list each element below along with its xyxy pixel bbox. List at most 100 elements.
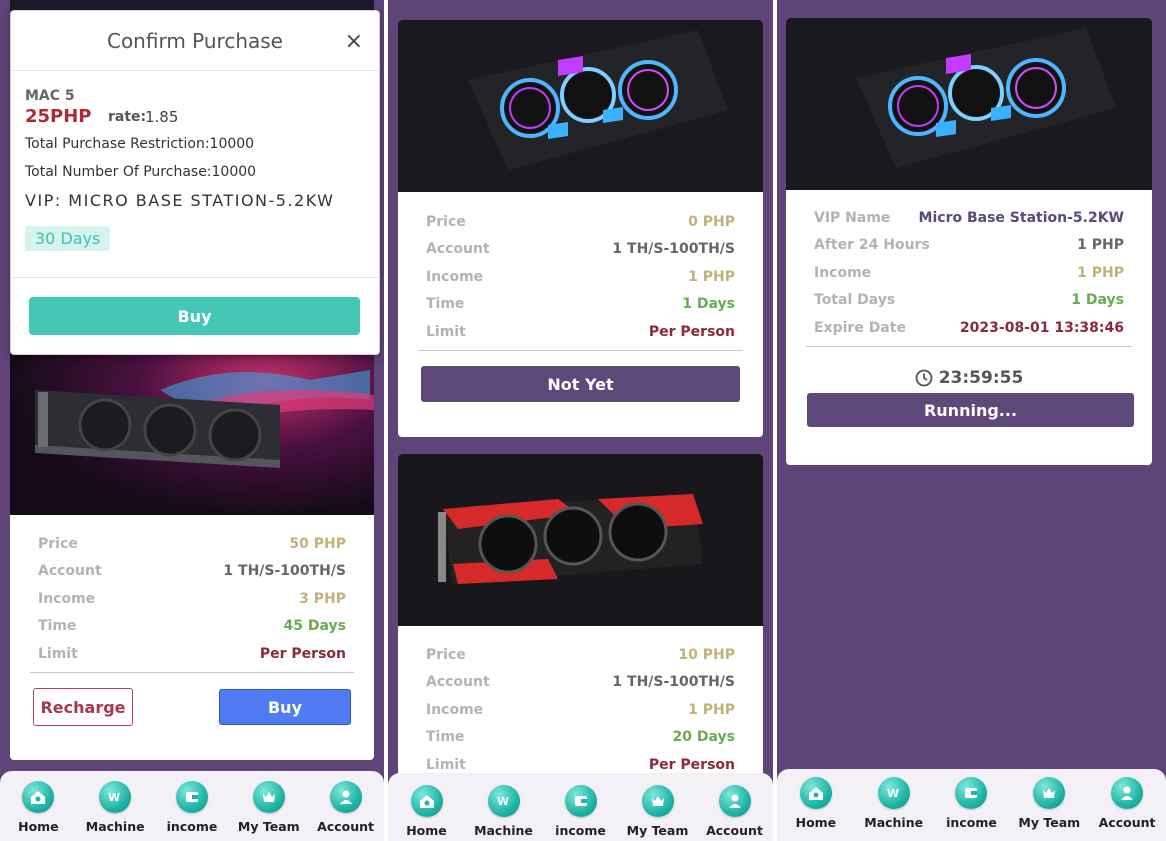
income-value: 3 PHP bbox=[299, 590, 346, 607]
close-icon[interactable]: × bbox=[345, 29, 363, 54]
machine-card: Price 50 PHP Account 1 TH/S-100TH/S Income… bbox=[10, 350, 374, 760]
vip-name-value: Micro Base Station-5.2KW bbox=[918, 209, 1124, 226]
nav-income-label: income bbox=[166, 819, 218, 834]
nav-account[interactable]: Account bbox=[699, 785, 771, 841]
time-label: Time bbox=[426, 729, 465, 746]
limit-value: Per Person bbox=[648, 323, 735, 340]
row-vip-name: VIP Name Micro Base Station-5.2KW bbox=[814, 204, 1124, 232]
modal-footer-divider bbox=[11, 277, 379, 278]
nav-income[interactable]: income bbox=[545, 785, 617, 841]
modal-title: Confirm Purchase bbox=[106, 29, 283, 53]
product-price: 25PHP bbox=[25, 106, 92, 127]
row-account: Account 1 TH/S-100TH/S bbox=[426, 669, 735, 697]
nav-machine-label: Machine bbox=[85, 819, 145, 834]
after-24-hours-value: 1 PHP bbox=[1077, 237, 1124, 254]
row-limit: Limit Per Person bbox=[38, 640, 346, 668]
row-after-24-hours: After 24 Hours 1 PHP bbox=[814, 232, 1124, 260]
modal-buy-button[interactable]: Buy bbox=[29, 297, 360, 335]
nav-home[interactable]: Home bbox=[780, 777, 852, 841]
vip-name-label: VIP Name bbox=[814, 209, 891, 226]
nav-machine-label: Machine bbox=[864, 815, 924, 830]
income-value: 1 PHP bbox=[688, 268, 735, 285]
account-value: 1 TH/S-100TH/S bbox=[612, 674, 735, 691]
crown-icon bbox=[1033, 777, 1066, 809]
crown-icon bbox=[252, 781, 285, 813]
nav-home[interactable]: Home bbox=[2, 781, 74, 841]
gpu-image bbox=[10, 350, 374, 515]
nav-myteam-label: My Team bbox=[626, 823, 689, 838]
nav-account-label: Account bbox=[706, 823, 763, 838]
not-yet-button[interactable]: Not Yet bbox=[421, 366, 740, 402]
nav-machine[interactable]: W Machine bbox=[468, 785, 540, 841]
row-income: Income 1 PHP bbox=[426, 696, 735, 724]
nav-myteam[interactable]: My Team bbox=[622, 785, 694, 841]
time-value: 1 Days bbox=[682, 296, 735, 313]
account-value: 1 TH/S-100TH/S bbox=[612, 241, 735, 258]
svg-text:W: W bbox=[108, 791, 120, 804]
confirm-purchase-modal: Confirm Purchase × MAC 5 25PHP rate: 1.8… bbox=[10, 10, 380, 355]
machine-card: Price 0 PHP Account 1 TH/S-100TH/S Income 1… bbox=[398, 20, 763, 437]
machine-card: Price 10 PHP Account 1 TH/S-100TH/S Income… bbox=[398, 454, 763, 784]
nav-machine[interactable]: W Machine bbox=[858, 777, 930, 841]
bottom-nav: Home W Machine income My Team Account bbox=[388, 773, 773, 841]
row-total-days: Total Days 1 Days bbox=[814, 287, 1124, 315]
nav-home-label: Home bbox=[795, 815, 837, 830]
row-account: Account 1 TH/S-100TH/S bbox=[38, 558, 346, 586]
nav-income-label: income bbox=[946, 815, 997, 830]
divider bbox=[418, 350, 743, 351]
purchase-restriction: Total Purchase Restriction:10000 bbox=[25, 136, 255, 152]
account-label: Account bbox=[426, 674, 490, 691]
user-icon bbox=[1111, 777, 1144, 809]
row-limit: Limit Per Person bbox=[426, 318, 735, 346]
gpu-image bbox=[786, 18, 1152, 190]
limit-label: Limit bbox=[426, 756, 466, 773]
wallet-icon bbox=[175, 781, 208, 813]
countdown: 23:59:55 bbox=[786, 368, 1152, 388]
income-label: Income bbox=[426, 268, 484, 285]
nav-home-label: Home bbox=[18, 819, 59, 834]
countdown-timer: 23:59:55 bbox=[938, 368, 1024, 388]
price-value: 50 PHP bbox=[289, 535, 346, 552]
price-label: Price bbox=[38, 535, 78, 552]
row-income: Income 1 PHP bbox=[814, 259, 1124, 287]
nav-account[interactable]: Account bbox=[1091, 777, 1163, 841]
nav-home-label: Home bbox=[406, 823, 447, 838]
recharge-button[interactable]: Recharge bbox=[33, 688, 133, 726]
product-name: MAC 5 bbox=[25, 88, 75, 104]
time-value: 20 Days bbox=[672, 729, 735, 746]
clock-icon bbox=[915, 369, 933, 387]
row-price: Price 50 PHP bbox=[38, 530, 346, 558]
row-income: Income 3 PHP bbox=[38, 585, 346, 613]
running-machine-card: VIP Name Micro Base Station-5.2KW After 2… bbox=[786, 18, 1152, 465]
home-icon bbox=[22, 781, 55, 813]
gpu-illustration bbox=[856, 28, 1116, 168]
income-label: Income bbox=[814, 264, 872, 281]
running-button[interactable]: Running... bbox=[807, 393, 1134, 427]
nav-income-label: income bbox=[555, 823, 606, 838]
price-label: Price bbox=[426, 213, 466, 230]
limit-value: Per Person bbox=[259, 645, 346, 662]
row-account: Account 1 TH/S-100TH/S bbox=[426, 236, 735, 264]
after-24-hours-label: After 24 Hours bbox=[814, 237, 930, 254]
nav-myteam[interactable]: My Team bbox=[1013, 777, 1085, 841]
account-label: Account bbox=[426, 241, 490, 258]
limit-label: Limit bbox=[38, 645, 78, 662]
nav-income[interactable]: income bbox=[935, 777, 1007, 841]
home-icon bbox=[799, 777, 832, 809]
row-time: Time 20 Days bbox=[426, 724, 735, 752]
nav-home[interactable]: Home bbox=[391, 785, 463, 841]
nav-account-label: Account bbox=[1098, 815, 1156, 830]
user-icon bbox=[718, 785, 751, 817]
nav-myteam[interactable]: My Team bbox=[233, 781, 305, 841]
nav-account[interactable]: Account bbox=[310, 781, 382, 841]
income-label: Income bbox=[38, 590, 96, 607]
rate-value: 1.85 bbox=[145, 108, 179, 126]
nav-income[interactable]: income bbox=[156, 781, 228, 841]
expire-date-value: 2023-08-01 13:38:46 bbox=[959, 319, 1124, 336]
gpu-illustration bbox=[438, 494, 703, 584]
time-label: Time bbox=[38, 618, 77, 635]
divider bbox=[30, 672, 354, 673]
buy-button[interactable]: Buy bbox=[219, 689, 351, 725]
crown-icon bbox=[641, 785, 674, 817]
nav-machine[interactable]: W Machine bbox=[79, 781, 151, 841]
